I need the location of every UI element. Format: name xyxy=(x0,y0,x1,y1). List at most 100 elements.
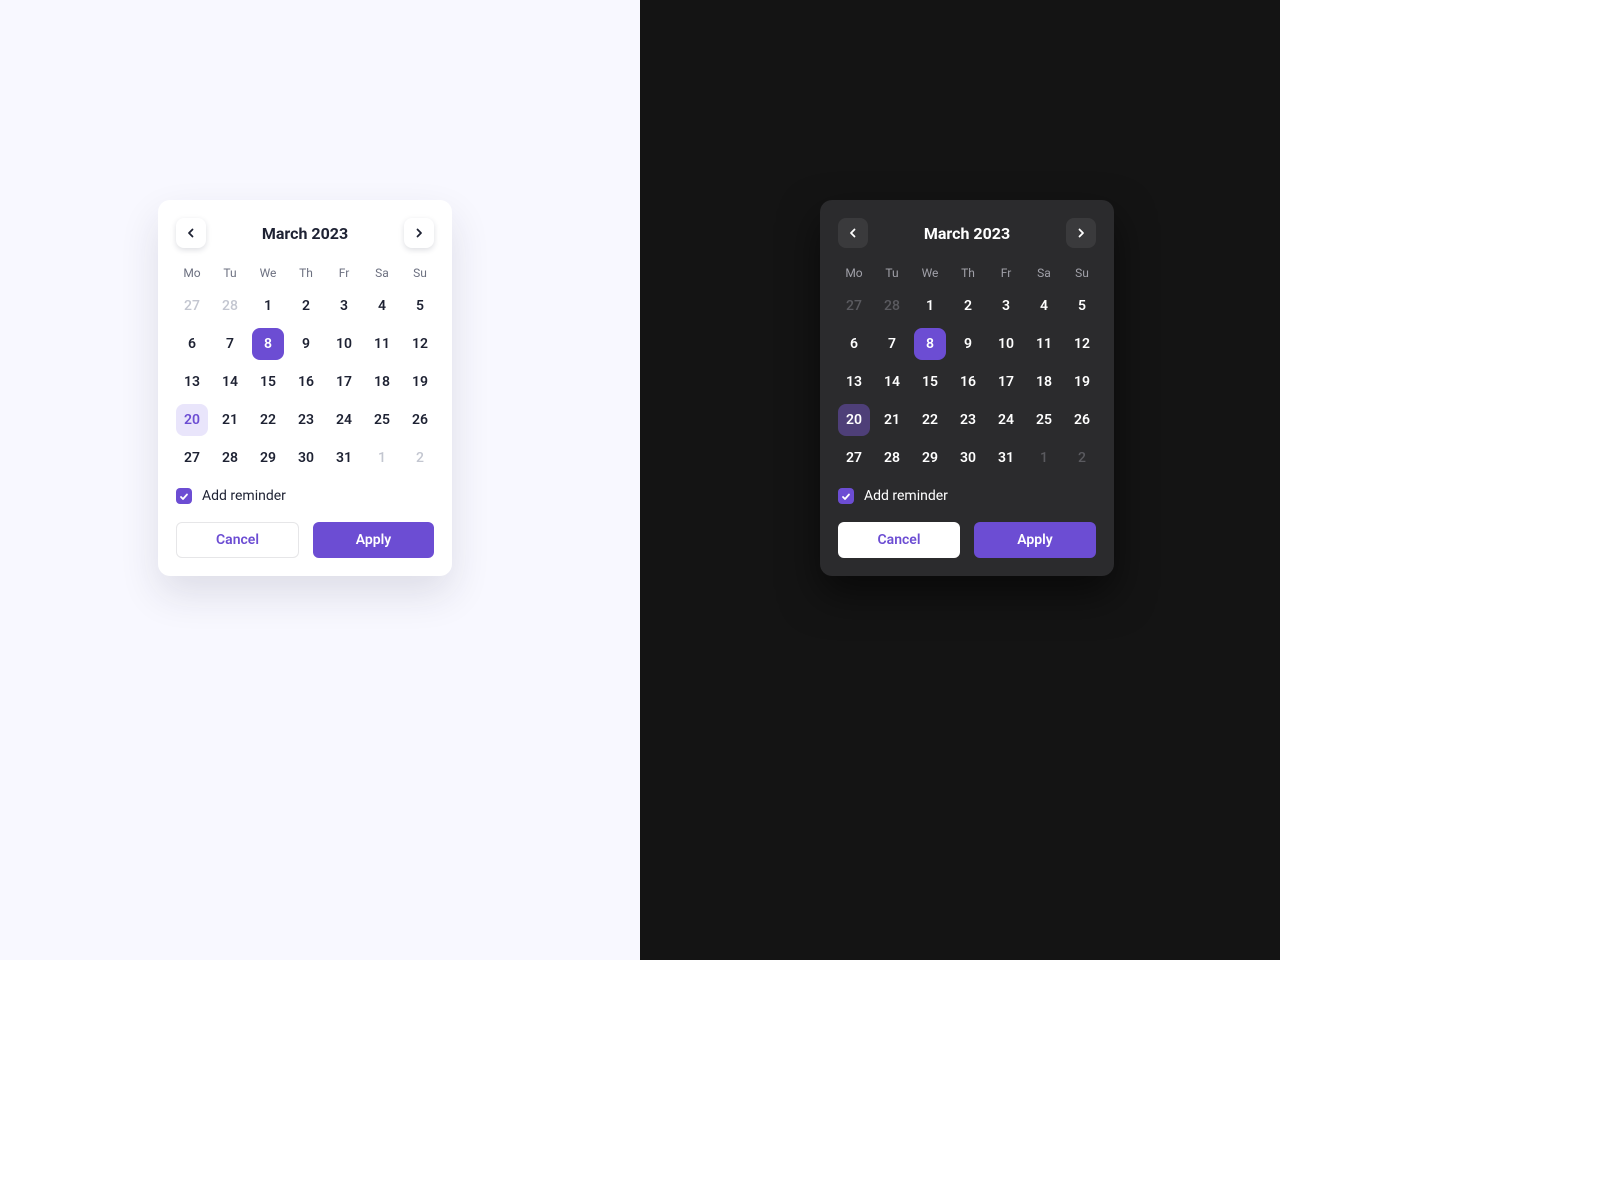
weekday-label: We xyxy=(252,262,284,284)
calendar-day[interactable]: 28 xyxy=(876,442,908,474)
calendar-day[interactable]: 1 xyxy=(252,290,284,322)
calendar-day[interactable]: 28 xyxy=(214,442,246,474)
calendar-day[interactable]: 14 xyxy=(876,366,908,398)
datepicker-dark: March 2023 MoTuWeThFrSaSu272812345678910… xyxy=(820,200,1114,576)
calendar-day[interactable]: 3 xyxy=(990,290,1022,322)
calendar-day[interactable]: 2 xyxy=(952,290,984,322)
calendar-day[interactable]: 23 xyxy=(290,404,322,436)
calendar-day[interactable]: 10 xyxy=(328,328,360,360)
calendar-day[interactable]: 12 xyxy=(1066,328,1098,360)
calendar-day: 27 xyxy=(176,290,208,322)
calendar-day[interactable]: 7 xyxy=(214,328,246,360)
weekday-label: Su xyxy=(404,262,436,284)
calendar-day[interactable]: 16 xyxy=(290,366,322,398)
reminder-checkbox[interactable] xyxy=(176,488,192,504)
apply-button[interactable]: Apply xyxy=(313,522,434,558)
calendar-day: 1 xyxy=(366,442,398,474)
calendar-day[interactable]: 11 xyxy=(1028,328,1060,360)
calendar-day[interactable]: 26 xyxy=(404,404,436,436)
chevron-right-icon xyxy=(413,227,425,239)
calendar-day[interactable]: 20 xyxy=(176,404,208,436)
calendar-day[interactable]: 8 xyxy=(252,328,284,360)
calendar-day[interactable]: 13 xyxy=(176,366,208,398)
calendar-day[interactable]: 21 xyxy=(214,404,246,436)
calendar-day[interactable]: 15 xyxy=(252,366,284,398)
weekday-label: We xyxy=(914,262,946,284)
footer-row: Cancel Apply xyxy=(176,522,434,558)
calendar-day[interactable]: 15 xyxy=(914,366,946,398)
weekday-label: Mo xyxy=(176,262,208,284)
calendar-day[interactable]: 1 xyxy=(914,290,946,322)
calendar-day[interactable]: 20 xyxy=(838,404,870,436)
calendar-day[interactable]: 16 xyxy=(952,366,984,398)
calendar-day[interactable]: 22 xyxy=(252,404,284,436)
calendar-day: 1 xyxy=(1028,442,1060,474)
check-icon xyxy=(841,487,851,506)
calendar-day[interactable]: 17 xyxy=(990,366,1022,398)
weekday-label: Sa xyxy=(1028,262,1060,284)
calendar-day[interactable]: 31 xyxy=(328,442,360,474)
footer-row: Cancel Apply xyxy=(838,522,1096,558)
calendar-day[interactable]: 19 xyxy=(404,366,436,398)
calendar-day[interactable]: 4 xyxy=(366,290,398,322)
apply-button[interactable]: Apply xyxy=(974,522,1096,558)
calendar-day[interactable]: 29 xyxy=(914,442,946,474)
calendar-day[interactable]: 6 xyxy=(176,328,208,360)
calendar-day[interactable]: 9 xyxy=(290,328,322,360)
reminder-label: Add reminder xyxy=(202,488,286,504)
calendar-day[interactable]: 29 xyxy=(252,442,284,474)
calendar-day[interactable]: 11 xyxy=(366,328,398,360)
weekday-label: Mo xyxy=(838,262,870,284)
calendar-day: 28 xyxy=(876,290,908,322)
cancel-button[interactable]: Cancel xyxy=(176,522,299,558)
calendar-day[interactable]: 5 xyxy=(404,290,436,322)
prev-month-button[interactable] xyxy=(176,218,206,248)
reminder-checkbox[interactable] xyxy=(838,488,854,504)
calendar-day[interactable]: 27 xyxy=(176,442,208,474)
calendar-day[interactable]: 4 xyxy=(1028,290,1060,322)
next-month-button[interactable] xyxy=(404,218,434,248)
calendar-day[interactable]: 19 xyxy=(1066,366,1098,398)
calendar-day[interactable]: 5 xyxy=(1066,290,1098,322)
prev-month-button[interactable] xyxy=(838,218,868,248)
calendar-day: 28 xyxy=(214,290,246,322)
calendar-day[interactable]: 13 xyxy=(838,366,870,398)
calendar-day[interactable]: 21 xyxy=(876,404,908,436)
calendar-day[interactable]: 7 xyxy=(876,328,908,360)
calendar-day[interactable]: 27 xyxy=(838,442,870,474)
calendar-grid-dark: MoTuWeThFrSaSu27281234567891011121314151… xyxy=(838,262,1096,474)
calendar-day[interactable]: 23 xyxy=(952,404,984,436)
calendar-grid-light: MoTuWeThFrSaSu27281234567891011121314151… xyxy=(176,262,434,474)
calendar-day[interactable]: 31 xyxy=(990,442,1022,474)
calendar-day[interactable]: 30 xyxy=(952,442,984,474)
reminder-row[interactable]: Add reminder xyxy=(838,488,1096,504)
calendar-header: March 2023 xyxy=(176,218,434,248)
calendar-day[interactable]: 8 xyxy=(914,328,946,360)
weekday-label: Sa xyxy=(366,262,398,284)
calendar-title: March 2023 xyxy=(262,224,348,243)
calendar-day[interactable]: 17 xyxy=(328,366,360,398)
calendar-day[interactable]: 3 xyxy=(328,290,360,322)
weekday-label: Su xyxy=(1066,262,1098,284)
calendar-day: 2 xyxy=(1066,442,1098,474)
calendar-day[interactable]: 14 xyxy=(214,366,246,398)
calendar-day[interactable]: 25 xyxy=(366,404,398,436)
calendar-day[interactable]: 26 xyxy=(1066,404,1098,436)
chevron-left-icon xyxy=(185,227,197,239)
calendar-day[interactable]: 24 xyxy=(990,404,1022,436)
reminder-label: Add reminder xyxy=(864,488,948,504)
next-month-button[interactable] xyxy=(1066,218,1096,248)
calendar-day[interactable]: 22 xyxy=(914,404,946,436)
cancel-button[interactable]: Cancel xyxy=(838,522,960,558)
calendar-day[interactable]: 18 xyxy=(1028,366,1060,398)
calendar-day[interactable]: 12 xyxy=(404,328,436,360)
reminder-row[interactable]: Add reminder xyxy=(176,488,434,504)
calendar-day[interactable]: 6 xyxy=(838,328,870,360)
calendar-day[interactable]: 10 xyxy=(990,328,1022,360)
calendar-day[interactable]: 24 xyxy=(328,404,360,436)
calendar-day[interactable]: 9 xyxy=(952,328,984,360)
calendar-day[interactable]: 30 xyxy=(290,442,322,474)
calendar-day[interactable]: 2 xyxy=(290,290,322,322)
calendar-day[interactable]: 25 xyxy=(1028,404,1060,436)
calendar-day[interactable]: 18 xyxy=(366,366,398,398)
